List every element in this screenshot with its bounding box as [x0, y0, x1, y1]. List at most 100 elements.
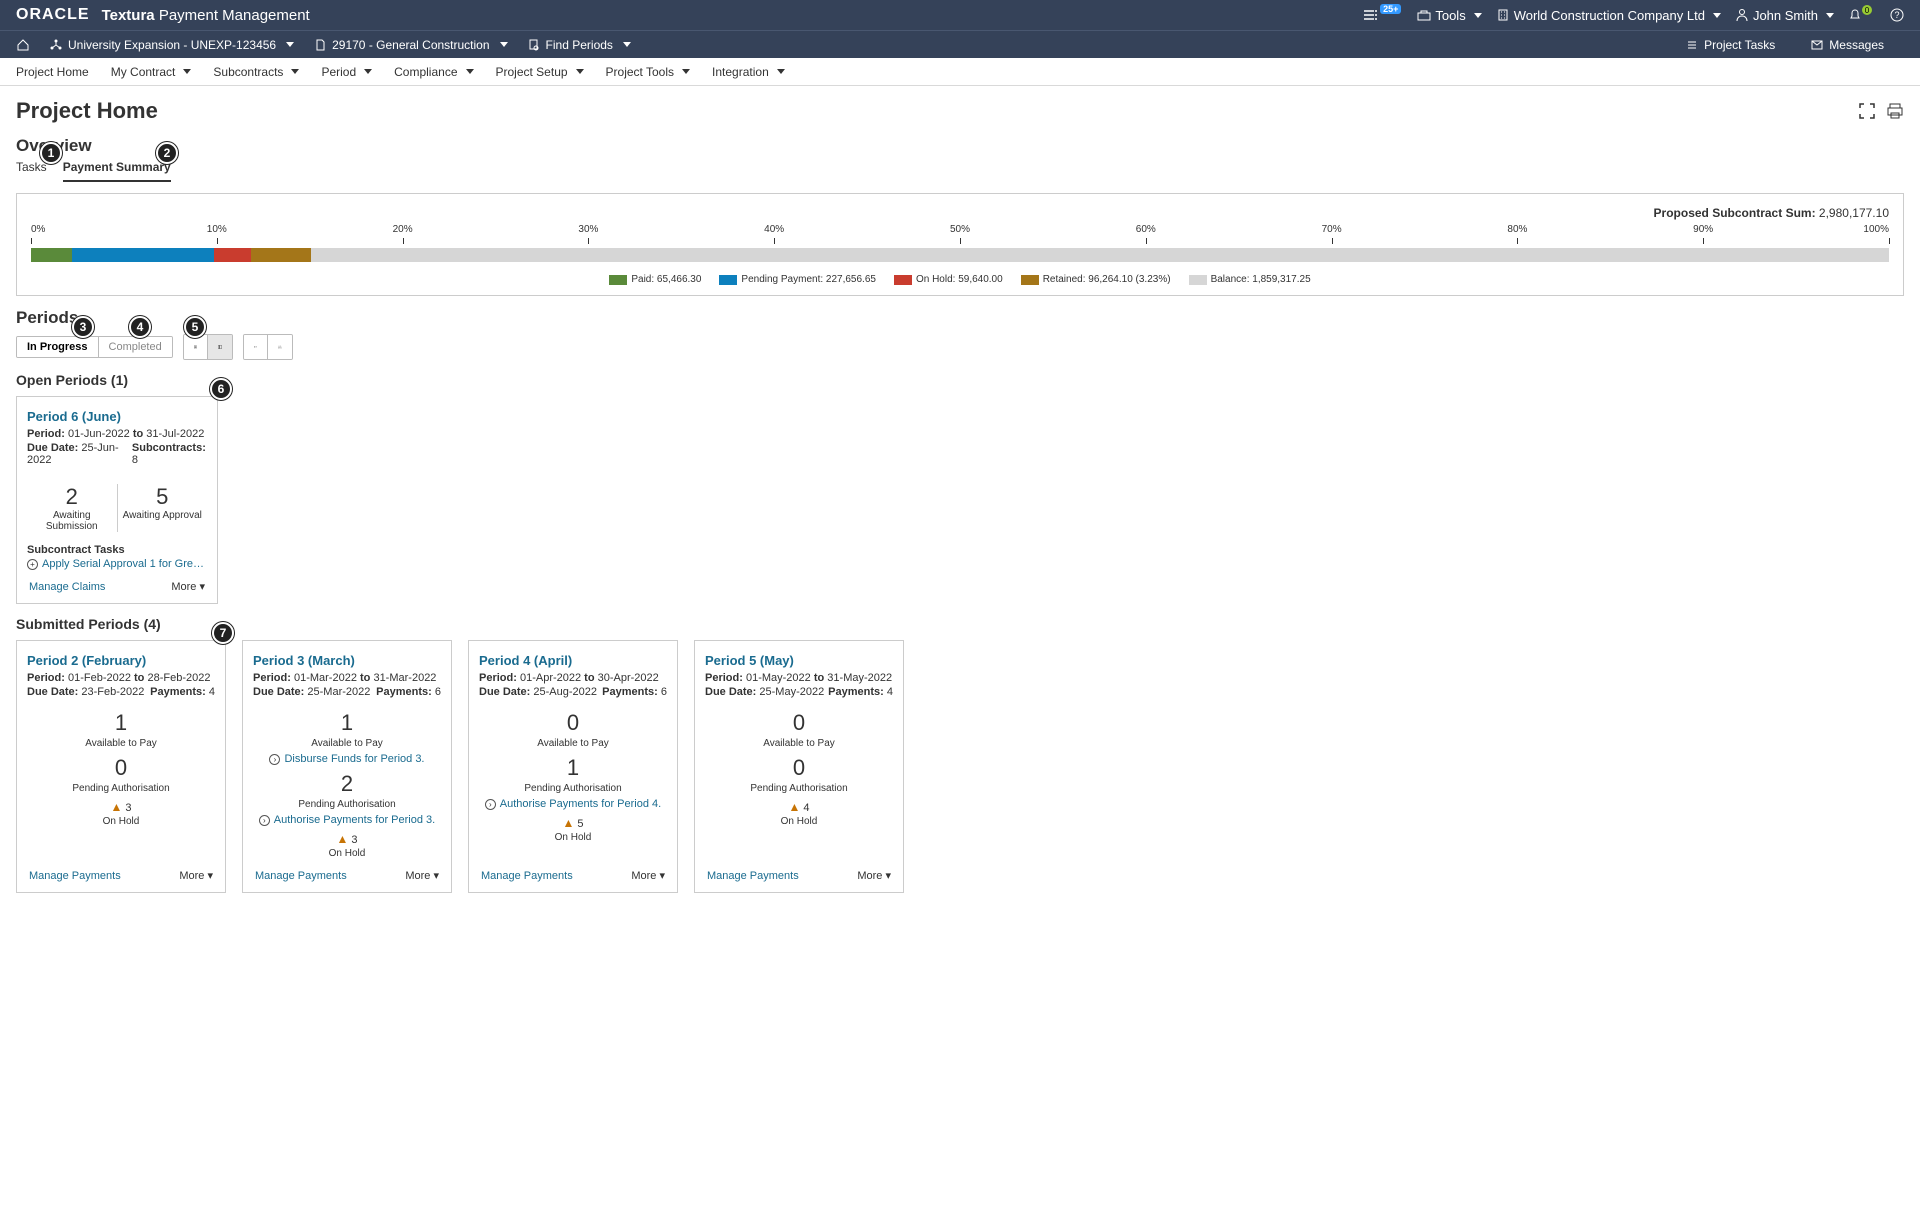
- period-title-link[interactable]: Period 5 (May): [705, 653, 893, 668]
- chart-legend: Paid: 65,466.30 Pending Payment: 227,656…: [31, 274, 1889, 285]
- contract-crumb[interactable]: 29170 - General Construction: [314, 38, 507, 52]
- manage-payments-link[interactable]: Manage Payments: [707, 870, 799, 882]
- tools-menu[interactable]: Tools: [1417, 8, 1481, 23]
- overview-heading: Overview: [16, 136, 1904, 156]
- menu-project-tools[interactable]: Project Tools: [606, 65, 690, 79]
- card-more-menu[interactable]: More ▾: [857, 869, 891, 882]
- tab-tasks[interactable]: Tasks: [16, 160, 47, 182]
- sort-asc-button[interactable]: [244, 335, 268, 359]
- callout-7: 7: [212, 622, 234, 644]
- toolbox-icon: [1417, 8, 1431, 22]
- messages-link[interactable]: Messages: [1811, 38, 1884, 52]
- manage-payments-link[interactable]: Manage Payments: [481, 870, 573, 882]
- sort-desc-icon: [278, 341, 282, 353]
- nav-menu: Project Home My Contract Subcontracts Perio…: [0, 58, 1920, 86]
- bar-pending: [72, 248, 214, 262]
- card-more-menu[interactable]: More ▾: [171, 580, 205, 593]
- authorise-link[interactable]: Authorise Payments for Period 3.: [274, 814, 435, 826]
- breadcrumb-bar: University Expansion - UNEXP-123456 2917…: [0, 30, 1920, 58]
- home-crumb[interactable]: [16, 38, 30, 52]
- warning-icon: ▲: [110, 800, 122, 814]
- document-icon: [314, 39, 326, 51]
- menu-project-setup[interactable]: Project Setup: [496, 65, 584, 79]
- period-title-link[interactable]: Period 6 (June): [27, 409, 207, 424]
- help-icon: ?: [1890, 8, 1904, 22]
- periods-heading: Periods: [16, 308, 1904, 328]
- project-crumb[interactable]: University Expansion - UNEXP-123456: [50, 38, 294, 52]
- find-periods-crumb[interactable]: Find Periods: [528, 38, 631, 52]
- hierarchy-icon: [50, 39, 62, 51]
- grid-icon: [194, 341, 197, 353]
- sort-desc-button[interactable]: [268, 335, 292, 359]
- overview-tabs: Tasks Payment Summary 1 2: [16, 160, 1904, 183]
- manage-payments-link[interactable]: Manage Payments: [29, 870, 121, 882]
- filter-in-progress[interactable]: In Progress: [17, 337, 99, 357]
- filter-completed[interactable]: Completed: [99, 337, 172, 357]
- pinned-tasks-icon[interactable]: 25+: [1362, 8, 1403, 22]
- open-periods-heading: Open Periods (1): [16, 372, 1904, 388]
- building-icon: [1496, 8, 1510, 22]
- menu-compliance[interactable]: Compliance: [394, 65, 473, 79]
- period-title-link[interactable]: Period 3 (March): [253, 653, 441, 668]
- menu-my-contract[interactable]: My Contract: [111, 65, 192, 79]
- callout-2: 2: [156, 142, 178, 164]
- notifications-bell[interactable]: 0: [1848, 8, 1876, 22]
- submitted-cards: 7 Period 2 (February) Period: 01-Feb-202…: [16, 640, 1904, 893]
- task-plus-icon: +: [27, 559, 38, 570]
- org-switcher[interactable]: World Construction Company Ltd: [1496, 8, 1721, 23]
- print-icon: [1886, 102, 1904, 120]
- oracle-logo: ORACLE: [16, 6, 90, 24]
- bar-hold: [214, 248, 251, 262]
- period-title-link[interactable]: Period 2 (February): [27, 653, 215, 668]
- bell-icon: [1848, 8, 1862, 22]
- person-icon: [1735, 8, 1749, 22]
- menu-project-home[interactable]: Project Home: [16, 65, 89, 79]
- tab-payment-summary[interactable]: Payment Summary: [63, 160, 171, 182]
- submitted-periods-heading: Submitted Periods (4): [16, 616, 1904, 632]
- chart-bar: [31, 248, 1889, 262]
- open-period-card: Period 6 (June) Period: 01-Jun-2022 to 3…: [16, 396, 218, 604]
- submitted-period-card: Period 3 (March) Period: 01-Mar-2022 to …: [242, 640, 452, 893]
- task-icon: ›: [259, 815, 270, 826]
- period-title-link[interactable]: Period 4 (April): [479, 653, 667, 668]
- warning-icon: ▲: [336, 832, 348, 846]
- print-button[interactable]: [1886, 102, 1904, 120]
- disburse-link[interactable]: Disburse Funds for Period 3.: [284, 753, 424, 765]
- callout-1: 1: [40, 142, 62, 164]
- project-tasks-link[interactable]: Project Tasks: [1686, 38, 1775, 52]
- submitted-period-card: Period 2 (February) Period: 01-Feb-2022 …: [16, 640, 226, 893]
- menu-period[interactable]: Period: [321, 65, 372, 79]
- task-icon: ›: [269, 754, 280, 765]
- fullscreen-button[interactable]: [1858, 102, 1876, 120]
- help-button[interactable]: ?: [1890, 8, 1904, 22]
- warning-icon: ▲: [562, 816, 574, 830]
- authorise-link[interactable]: Authorise Payments for Period 4.: [500, 798, 661, 810]
- subcontract-task-link[interactable]: Apply Serial Approval 1 for Green Corpor…: [42, 558, 207, 570]
- menu-subcontracts[interactable]: Subcontracts: [213, 65, 299, 79]
- app-title: Textura Payment Management: [102, 7, 310, 24]
- sort-toggle: [243, 334, 293, 360]
- chart-axis: 0%10%20%30%40%50%60%70%80%90%100%: [31, 224, 1889, 238]
- callout-6: 6: [210, 378, 232, 400]
- card-more-menu[interactable]: More ▾: [179, 869, 213, 882]
- view-grid-button[interactable]: [184, 335, 208, 359]
- bar-paid: [31, 248, 72, 262]
- sort-asc-icon: [254, 341, 257, 353]
- submitted-period-card: Period 4 (April) Period: 01-Apr-2022 to …: [468, 640, 678, 893]
- expand-icon: [1858, 102, 1876, 120]
- user-menu[interactable]: John Smith: [1735, 8, 1834, 23]
- overview-section: Overview Tasks Payment Summary 1 2 Propo…: [0, 132, 1920, 304]
- page-title: Project Home: [16, 98, 158, 124]
- tasks-icon: [1686, 39, 1698, 51]
- list-icon: [218, 341, 222, 353]
- view-list-button[interactable]: [208, 335, 232, 359]
- manage-payments-link[interactable]: Manage Payments: [255, 870, 347, 882]
- task-icon: ›: [485, 799, 496, 810]
- bell-badge: 0: [1862, 5, 1872, 15]
- menu-integration[interactable]: Integration: [712, 65, 785, 79]
- card-more-menu[interactable]: More ▾: [405, 869, 439, 882]
- card-more-menu[interactable]: More ▾: [631, 869, 665, 882]
- search-doc-icon: [528, 39, 540, 51]
- callout-3: 3: [72, 316, 94, 338]
- manage-claims-link[interactable]: Manage Claims: [29, 581, 105, 593]
